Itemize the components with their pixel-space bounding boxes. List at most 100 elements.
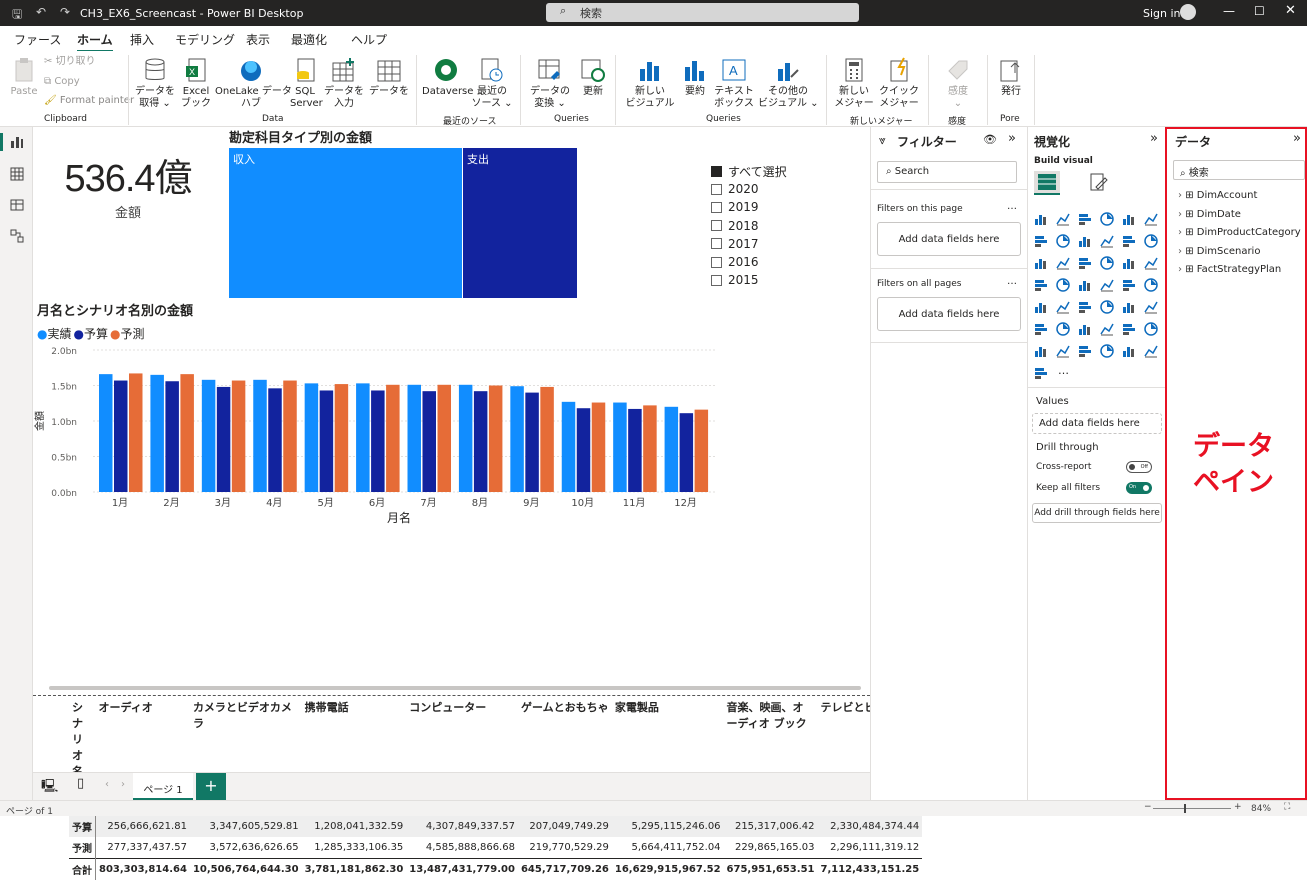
visual-type-icon[interactable]: [1034, 343, 1048, 357]
desktop-layout-icon[interactable]: 🖳: [41, 777, 58, 799]
checkbox[interactable]: [711, 275, 722, 286]
slicer-item[interactable]: 2015: [711, 271, 831, 289]
bar[interactable]: [253, 380, 267, 492]
minimize-icon[interactable]: —: [1223, 4, 1235, 18]
bar[interactable]: [459, 385, 473, 492]
menu-modeling[interactable]: モデリング: [175, 31, 235, 48]
publish-button[interactable]: 発行: [996, 57, 1026, 98]
slicer-item[interactable]: 2019: [711, 198, 831, 216]
visual-type-icon[interactable]: [1144, 233, 1158, 247]
chevron-right-icon[interactable]: ›: [1178, 190, 1182, 201]
dataverse-button[interactable]: Dataverse: [422, 57, 470, 98]
recent-sources-button[interactable]: 最近の ソース ⌄: [470, 57, 514, 110]
bar[interactable]: [114, 381, 128, 492]
visual-type-icon[interactable]: [1034, 365, 1048, 379]
visual-type-icon[interactable]: [1056, 299, 1070, 313]
visual-type-icon[interactable]: [1100, 321, 1114, 335]
bar[interactable]: [680, 413, 694, 492]
add-page-button[interactable]: +: [196, 773, 226, 800]
visual-type-icon[interactable]: [1100, 277, 1114, 291]
clustered-column-chart[interactable]: 0.0bn0.5bn1.0bn1.5bn2.0bn1月2月3月4月5月6月7月8…: [33, 342, 723, 542]
visual-type-icon[interactable]: [1078, 277, 1092, 291]
treemap-tile-income[interactable]: 収入: [229, 148, 463, 298]
bar[interactable]: [202, 380, 216, 492]
table-view-icon[interactable]: [10, 167, 24, 181]
dax-view-icon[interactable]: [10, 229, 24, 243]
bar[interactable]: [628, 409, 642, 492]
visual-type-icon[interactable]: [1122, 255, 1136, 269]
legend-item[interactable]: ●予測: [110, 327, 145, 341]
table-item[interactable]: › ⊞ DimProductCategory: [1178, 227, 1301, 238]
visual-type-icon[interactable]: [1100, 211, 1114, 225]
menu-file[interactable]: ファース: [14, 31, 61, 48]
bar[interactable]: [577, 408, 591, 492]
zoom-in-icon[interactable]: +: [1234, 802, 1242, 812]
legend-item[interactable]: ●予算: [74, 327, 109, 341]
visual-type-icon[interactable]: [1122, 343, 1136, 357]
menu-home[interactable]: ホーム: [77, 31, 113, 52]
transform-button[interactable]: データの 変換 ⌄: [526, 57, 574, 110]
page-tab-1[interactable]: ページ 1: [133, 773, 193, 800]
filters-page-dropzone[interactable]: Add data fields here: [877, 222, 1021, 256]
visual-type-icon[interactable]: [1100, 255, 1114, 269]
cross-report-toggle[interactable]: Off: [1126, 461, 1152, 473]
copy-button[interactable]: ⧉ Copy: [44, 76, 80, 88]
visual-type-icon[interactable]: [1122, 299, 1136, 313]
chevron-right-icon[interactable]: ›: [1178, 246, 1182, 257]
refresh-button[interactable]: 更新: [578, 57, 608, 98]
zoom-slider-thumb[interactable]: [1184, 804, 1186, 813]
matrix-row[interactable]: 予算256,666,621.813,347,605,529.811,208,04…: [69, 816, 922, 837]
visual-type-icon[interactable]: [1078, 299, 1092, 313]
treemap-visual[interactable]: 収入 支出: [229, 148, 577, 298]
visual-type-icon[interactable]: [1144, 343, 1158, 357]
bar[interactable]: [438, 385, 452, 492]
visual-type-icon[interactable]: [1078, 255, 1092, 269]
visual-type-icon[interactable]: [1034, 277, 1048, 291]
checkbox[interactable]: [711, 184, 722, 195]
bar[interactable]: [489, 386, 503, 493]
model-view-icon[interactable]: [10, 198, 24, 212]
visual-type-icon[interactable]: [1144, 277, 1158, 291]
user-avatar-icon[interactable]: [1180, 4, 1196, 20]
matrix-scrollbar[interactable]: [49, 686, 861, 690]
filters-all-dropzone[interactable]: Add data fields here: [877, 297, 1021, 331]
close-icon[interactable]: ✕: [1285, 3, 1296, 18]
card-visual[interactable]: 536.4億 金額: [53, 147, 203, 221]
bar[interactable]: [335, 384, 349, 492]
bar[interactable]: [474, 391, 488, 492]
bar[interactable]: [562, 402, 576, 492]
collapse-icon[interactable]: »: [1150, 131, 1158, 146]
more-icon[interactable]: …: [1007, 276, 1017, 287]
format-visual-tab[interactable]: [1086, 171, 1112, 195]
paste-button[interactable]: Paste: [10, 57, 38, 98]
bar[interactable]: [408, 385, 422, 492]
table-item[interactable]: › ⊞ DimScenario: [1178, 246, 1260, 257]
visual-type-icon[interactable]: [1034, 255, 1048, 269]
cut-button[interactable]: ✂ 切り取り: [44, 56, 96, 68]
data-hub-button[interactable]: データを: [368, 57, 410, 98]
slicer-item[interactable]: 2018: [711, 217, 831, 235]
visual-type-icon[interactable]: [1100, 233, 1114, 247]
mobile-layout-icon[interactable]: ▯: [77, 776, 84, 791]
visual-type-icon[interactable]: [1034, 321, 1048, 335]
visual-type-icon[interactable]: [1122, 233, 1136, 247]
matrix-total-row[interactable]: 合計803,303,814.6410,506,764,644.303,781,1…: [69, 859, 922, 880]
checkbox[interactable]: [711, 238, 722, 249]
drill-through-dropzone[interactable]: Add drill through fields here: [1032, 503, 1162, 523]
visual-type-icon[interactable]: [1034, 299, 1048, 313]
bar[interactable]: [525, 393, 539, 492]
bar[interactable]: [592, 403, 606, 492]
collapse-icon[interactable]: »: [1008, 131, 1016, 146]
checkbox[interactable]: [711, 220, 722, 231]
chevron-right-icon[interactable]: ›: [1178, 209, 1182, 220]
bar[interactable]: [371, 390, 385, 492]
chevron-right-icon[interactable]: ›: [1178, 264, 1182, 275]
visual-type-icon[interactable]: [1078, 233, 1092, 247]
visual-type-icon[interactable]: [1034, 233, 1048, 247]
redo-icon[interactable]: ↷: [60, 5, 70, 19]
visual-type-icon[interactable]: [1144, 255, 1158, 269]
build-visual-tab[interactable]: [1034, 171, 1060, 195]
menu-insert[interactable]: 挿入: [130, 31, 154, 48]
menu-optimize[interactable]: 最適化: [291, 31, 327, 48]
checkbox[interactable]: [711, 202, 722, 213]
